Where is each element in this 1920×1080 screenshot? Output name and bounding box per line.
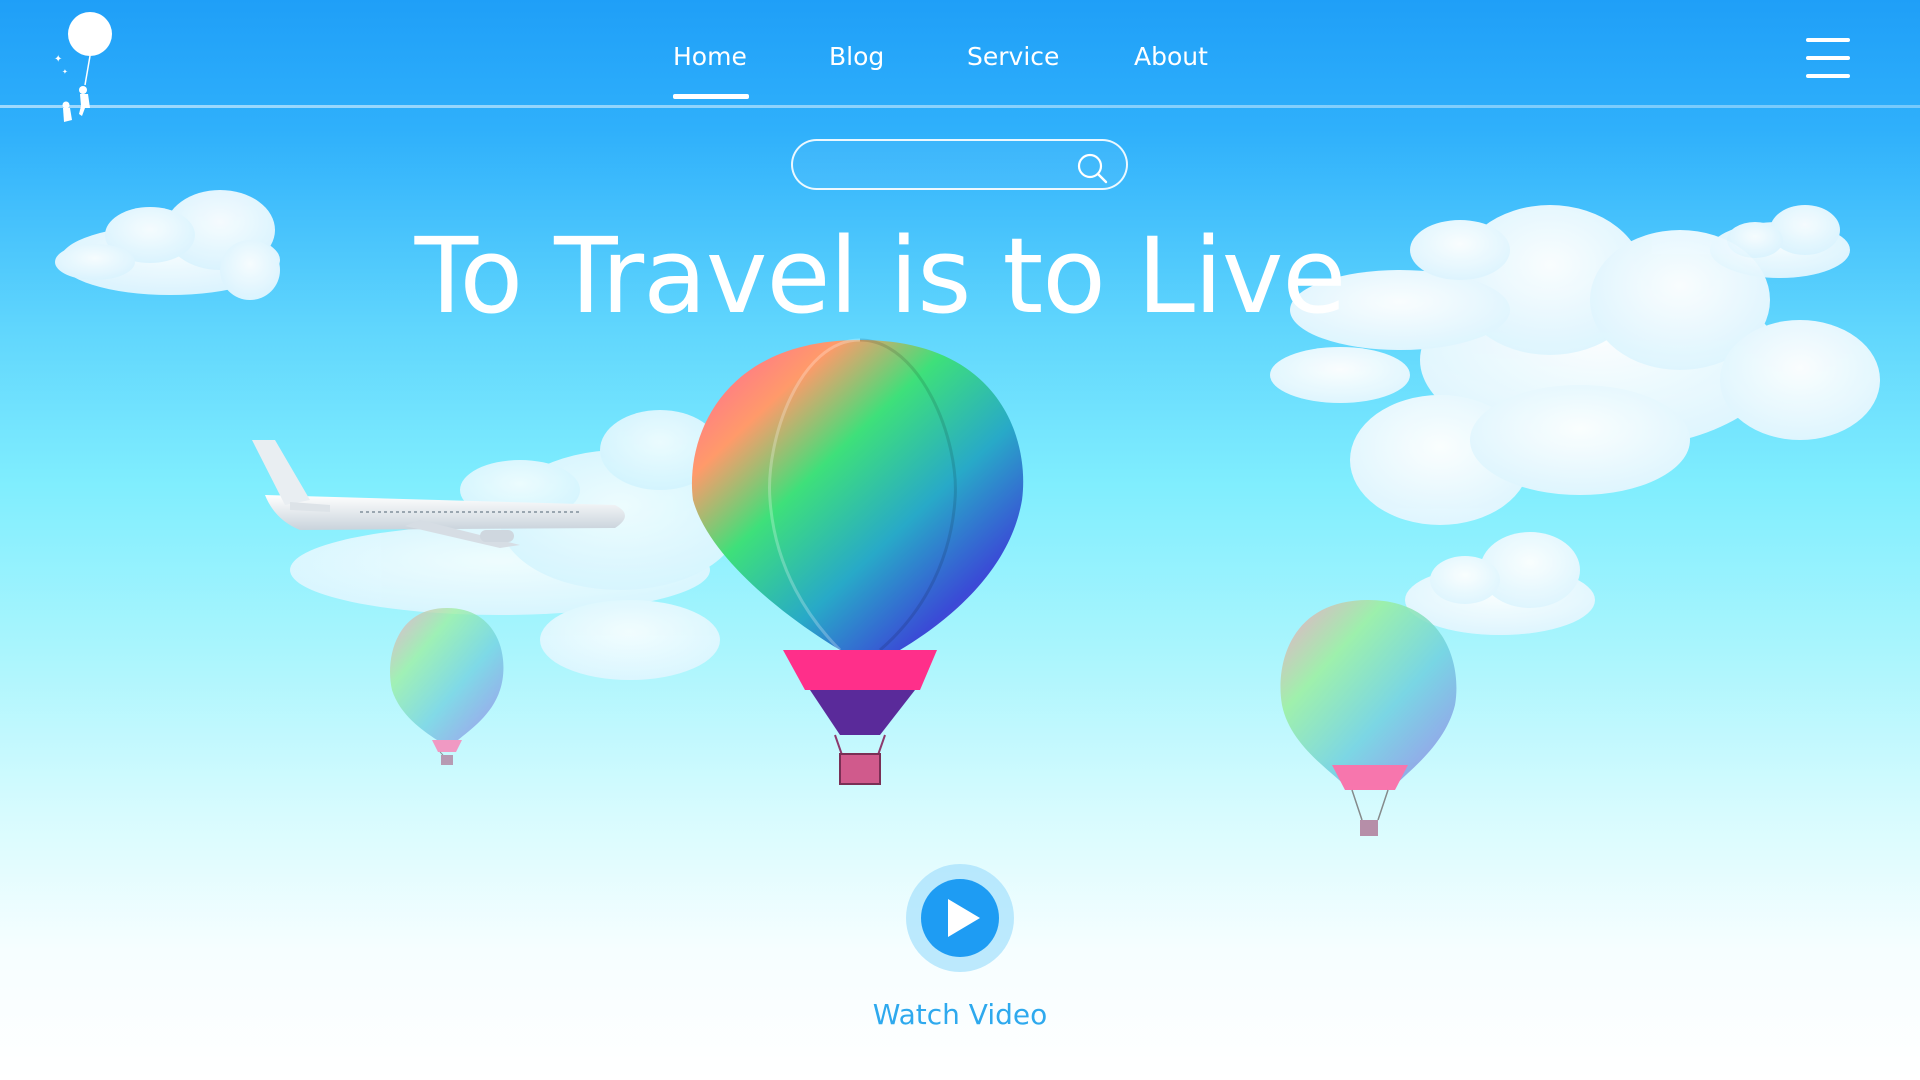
balloon-left [390,608,504,765]
hero-title: To Travel is to Live [414,215,1347,337]
search-input[interactable] [811,147,1065,185]
play-video-button[interactable] [906,864,1014,972]
balloon-right [1280,600,1457,836]
hamburger-menu-icon[interactable] [1806,38,1850,78]
search-bar [791,139,1128,190]
play-icon [948,899,980,937]
nav-item-blog[interactable]: Blog [829,42,884,71]
header-divider [0,105,1920,108]
active-nav-indicator [673,94,749,99]
main-nav: Home Blog Service About [0,42,1920,99]
nav-item-service[interactable]: Service [967,42,1059,71]
nav-item-home[interactable]: Home [673,42,747,71]
search-icon[interactable] [1075,151,1109,185]
cloud-mid-right [1405,532,1595,635]
nav-item-about[interactable]: About [1134,42,1208,71]
balloon-center [691,338,1024,785]
watch-video-link[interactable]: Watch Video [0,998,1920,1031]
play-button-circle [921,879,999,957]
